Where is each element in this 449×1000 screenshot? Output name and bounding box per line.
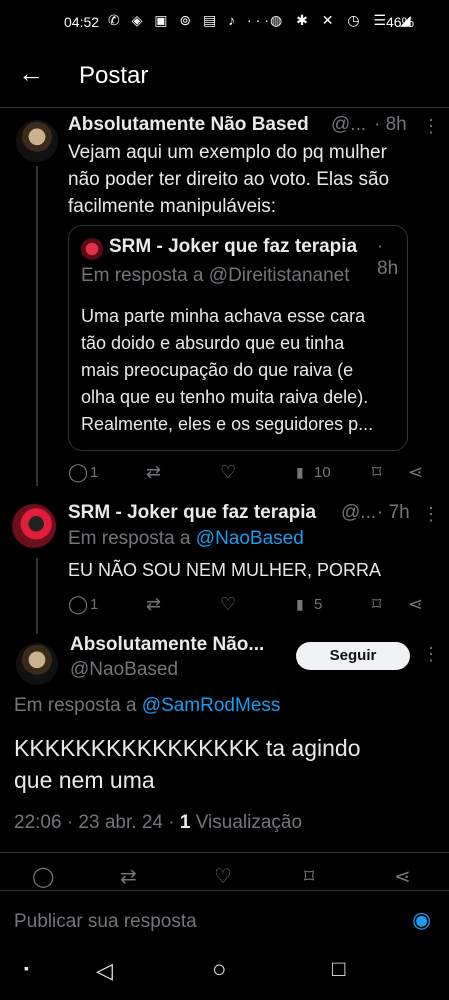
tweet-actions: ◯ 1 ⇄ ♡ ▮ 10 ⌑ ⋖ xyxy=(68,462,428,484)
page-title: Postar xyxy=(79,62,149,89)
like-icon[interactable]: ♡ xyxy=(214,864,232,889)
quoted-text: Uma parte minha achava esse cara tão doi… xyxy=(81,303,373,438)
tweet-text-line: não poder ter direito ao voto. Elas são xyxy=(68,169,390,190)
views-count: 10 xyxy=(314,464,331,481)
tweet-text-line: Vejam aqui um exemplo do pq mulher xyxy=(68,142,387,163)
battery-level: 46% xyxy=(386,14,415,30)
avatar[interactable] xyxy=(16,643,58,685)
like-icon[interactable]: ♡ xyxy=(220,594,236,615)
more-icon[interactable]: ⋮ xyxy=(422,116,440,137)
nav-back-icon[interactable]: ◁ xyxy=(96,958,113,984)
reply-prefix: Em resposta a xyxy=(81,265,209,286)
reply-input[interactable]: Publicar sua resposta xyxy=(14,911,197,933)
quoted-text-line: mais preocupação do que raiva (e xyxy=(81,360,354,380)
bookmark-icon[interactable]: ⌑ xyxy=(372,594,381,615)
avatar[interactable] xyxy=(12,504,56,548)
retweet-icon[interactable]: ⇄ xyxy=(146,462,161,483)
author-handle[interactable]: @NaoBased xyxy=(70,659,178,681)
nav-recent-icon[interactable]: □ xyxy=(332,956,345,982)
reply-prefix: Em resposta a xyxy=(14,695,142,716)
bookmark-icon[interactable]: ⌑ xyxy=(372,462,381,483)
quoted-time: · 8h xyxy=(377,236,399,279)
quoted-text-line: Realmente, eles e os seguidores p... xyxy=(81,414,374,434)
reply-handle: @Direitistananet xyxy=(208,265,350,286)
quoted-text-line: tão doido e absurdo que eu tinha xyxy=(81,333,345,353)
more-icon[interactable]: ⋮ xyxy=(422,504,440,525)
follow-button[interactable]: Seguir xyxy=(296,642,410,670)
notification-icons: ✆ ◈ ▣ ⊚ ▤ ♪ ··· xyxy=(108,12,274,28)
more-icon[interactable]: ⋮ xyxy=(422,644,440,665)
quoted-avatar xyxy=(81,238,103,260)
author-name[interactable]: SRM - Joker que faz terapia xyxy=(68,502,316,524)
reply-icon[interactable]: ◯ xyxy=(32,864,54,889)
tweet-text: Vejam aqui um exemplo do pq mulher não p… xyxy=(68,139,389,220)
quoted-reply-context: Em resposta a @Direitistananet xyxy=(81,265,350,287)
divider xyxy=(0,852,449,853)
reply-icon[interactable]: ◯ xyxy=(68,462,88,483)
menu-icon[interactable]: ▪ xyxy=(24,960,29,976)
camera-icon[interactable]: ◉ xyxy=(412,907,431,933)
quoted-author-name: SRM - Joker que faz terapia xyxy=(109,236,358,257)
retweet-icon[interactable]: ⇄ xyxy=(146,594,161,615)
like-icon[interactable]: ♡ xyxy=(220,462,236,483)
thread-line xyxy=(36,558,38,634)
reply-context: Em resposta a @NaoBased xyxy=(68,528,304,550)
author-name[interactable]: Absolutamente Não Based xyxy=(68,114,309,136)
tweet-text: EU NÃO SOU NEM MULHER, PORRA xyxy=(68,560,382,580)
status-bar: 04:52 ✆ ◈ ▣ ⊚ ▤ ♪ ··· ◍ ✱ ✕ ◷ ☰ ◢ 46% xyxy=(0,0,449,44)
reply-context: Em resposta a @SamRodMess xyxy=(14,695,280,717)
tweet-meta: 22:06 · 23 abr. 24 · 1 Visualização xyxy=(14,812,302,834)
views-count: 5 xyxy=(314,596,323,613)
back-arrow-icon[interactable]: ← xyxy=(18,58,44,89)
tweet-text: KKKKKKKKKKKKKKKK ta agindo que nem uma xyxy=(14,732,360,796)
main-actions: ◯ ⇄ ♡ ⌑ ⋖ xyxy=(32,864,432,888)
reply-handle-link[interactable]: @NaoBased xyxy=(196,528,304,549)
reply-count: 1 xyxy=(90,464,99,481)
bookmark-icon[interactable]: ⌑ xyxy=(304,864,314,889)
tweet-text-line: KKKKKKKKKKKKKKKK ta agindo xyxy=(14,735,361,761)
tweet-time: · 7h xyxy=(377,502,410,523)
thread-line xyxy=(36,166,38,486)
system-nav-bar: ▪ ◁ ○ □ xyxy=(0,950,449,1000)
reply-prefix: Em resposta a xyxy=(68,528,196,549)
share-icon[interactable]: ⋖ xyxy=(408,594,423,615)
views-icon[interactable]: ▮ xyxy=(296,596,304,613)
quoted-tweet[interactable]: SRM - Joker que faz terapia · 8h Em resp… xyxy=(68,225,408,451)
tweet-date: 22:06 · 23 abr. 24 · xyxy=(14,812,180,833)
author-handle[interactable]: @... xyxy=(331,114,366,136)
status-time: 04:52 xyxy=(64,14,100,30)
views-count: 1 xyxy=(179,812,191,833)
avatar[interactable] xyxy=(16,120,58,162)
top-bar: ← Postar xyxy=(0,44,449,108)
tweet-actions: ◯ 1 ⇄ ♡ ▮ 5 ⌑ ⋖ xyxy=(68,594,428,616)
author-name[interactable]: Absolutamente Não... xyxy=(70,634,264,656)
author-handle[interactable]: @... xyxy=(341,502,376,524)
views-icon[interactable]: ▮ xyxy=(296,464,304,481)
reply-count: 1 xyxy=(90,596,99,613)
views-label[interactable]: Visualização xyxy=(190,812,302,833)
reply-composer[interactable]: Publicar sua resposta ◉ xyxy=(0,890,449,950)
nav-home-icon[interactable]: ○ xyxy=(212,956,227,984)
quoted-text-line: Uma parte minha achava esse cara xyxy=(81,306,366,326)
reply-handle-link[interactable]: @SamRodMess xyxy=(142,695,281,716)
quoted-text-line: olha que eu tenho muita raiva dele). xyxy=(81,387,369,407)
reply-icon[interactable]: ◯ xyxy=(68,594,88,615)
tweet-time: · 8h xyxy=(374,114,407,135)
share-icon[interactable]: ⋖ xyxy=(408,462,423,483)
share-icon[interactable]: ⋖ xyxy=(394,864,411,889)
retweet-icon[interactable]: ⇄ xyxy=(120,864,137,889)
tweet-text-line: que nem uma xyxy=(14,767,155,793)
tweet-text-line: facilmente manipuláveis: xyxy=(68,196,277,217)
